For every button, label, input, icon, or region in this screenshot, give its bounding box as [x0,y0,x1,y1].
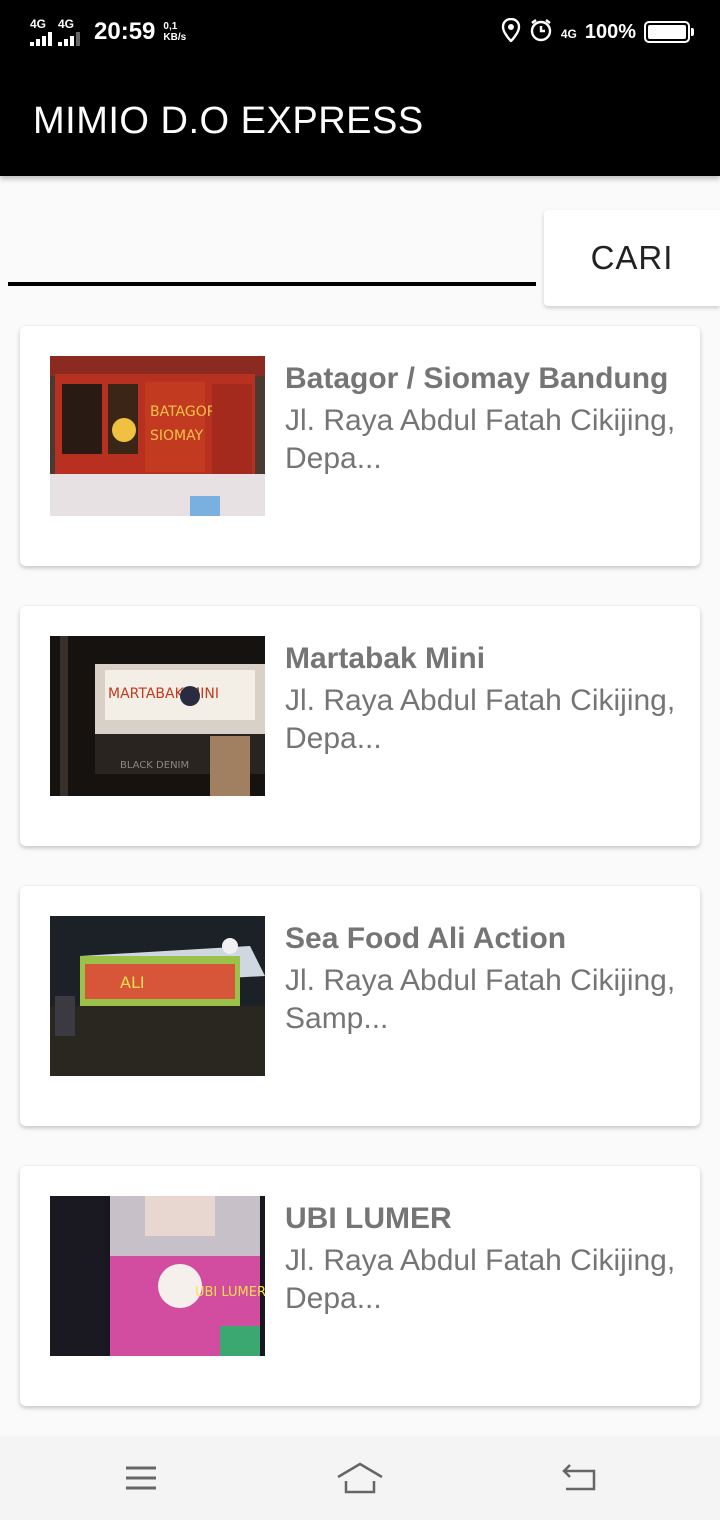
data-icon: 4G [561,23,577,42]
vendor-photo: BATAGOR SIOMAY [50,356,265,516]
vendor-photo: ALI [50,916,265,1076]
vendor-list: BATAGOR SIOMAY Batagor / Siomay Bandung … [20,326,700,1446]
svg-text:BATAGOR: BATAGOR [150,404,217,420]
vendor-address: Jl. Raya Abdul Fatah Cikijing, Depa... [285,404,676,475]
sim1-signal-icon: 4G [30,18,52,46]
svg-text:MARTABAK MINI: MARTABAK MINI [108,686,219,702]
home-icon[interactable] [330,1454,390,1502]
vendor-info: Sea Food Ali Action Jl. Raya Abdul Fatah… [285,920,685,1038]
list-item[interactable]: BATAGOR SIOMAY Batagor / Siomay Bandung … [20,326,700,566]
menu-icon[interactable] [111,1454,171,1502]
sim2-signal-icon: 4G [58,18,80,46]
sim1-label: 4G [30,17,47,31]
vendor-name: UBI LUMER [285,1202,452,1235]
svg-text:BLACK DENIM: BLACK DENIM [120,760,189,771]
vendor-name: Batagor / Siomay Bandung [285,362,669,395]
data-label: 4G [560,26,577,41]
vendor-photo: UBI LUMER [50,1196,265,1356]
status-left: 4G 4G 20:59 0,1 KB/s [30,16,186,48]
net-speed-value: 0,1 [163,21,178,32]
clock: 20:59 [94,18,156,45]
vendor-address: Jl. Raya Abdul Fatah Cikijing, Samp... [285,964,676,1035]
net-speed: 0,1 KB/s [163,21,186,43]
status-bar: 4G 4G 20:59 0,1 KB/s 4G 100% [0,0,720,66]
page-title: MIMIO D.O EXPRESS [33,100,424,142]
battery-percent: 100% [584,20,636,43]
vendor-info: Batagor / Siomay Bandung Jl. Raya Abdul … [285,360,685,478]
list-item[interactable]: ALI Sea Food Ali Action Jl. Raya Abdul F… [20,886,700,1126]
list-item[interactable]: UBI LUMER UBI LUMER Jl. Raya Abdul Fatah… [20,1166,700,1406]
search-button[interactable]: CARI [544,210,720,306]
vendor-info: Martabak Mini Jl. Raya Abdul Fatah Cikij… [285,640,685,758]
status-right: 4G 100% [501,16,694,48]
vendor-info: UBI LUMER Jl. Raya Abdul Fatah Cikijing,… [285,1200,685,1318]
battery-icon [644,21,694,43]
sim2-label: 4G [58,17,75,31]
vendor-photo: MARTABAK MINI BLACK DENIM [50,636,265,796]
svg-text:SIOMAY: SIOMAY [150,428,204,444]
search-input[interactable] [8,218,536,286]
net-speed-unit: KB/s [163,32,187,43]
back-icon[interactable] [549,1454,609,1502]
svg-text:UBI LUMER: UBI LUMER [195,1285,265,1300]
svg-text:ALI: ALI [120,973,145,992]
vendor-address: Jl. Raya Abdul Fatah Cikijing, Depa... [285,684,676,755]
app-bar: MIMIO D.O EXPRESS [0,66,720,176]
vendor-name: Martabak Mini [285,642,486,675]
alarm-icon [529,18,553,46]
location-icon [501,17,521,46]
vendor-name: Sea Food Ali Action [285,922,567,955]
system-nav-bar [0,1436,720,1520]
vendor-address: Jl. Raya Abdul Fatah Cikijing, Depa... [285,1244,676,1315]
list-item[interactable]: MARTABAK MINI BLACK DENIM Martabak Mini … [20,606,700,846]
